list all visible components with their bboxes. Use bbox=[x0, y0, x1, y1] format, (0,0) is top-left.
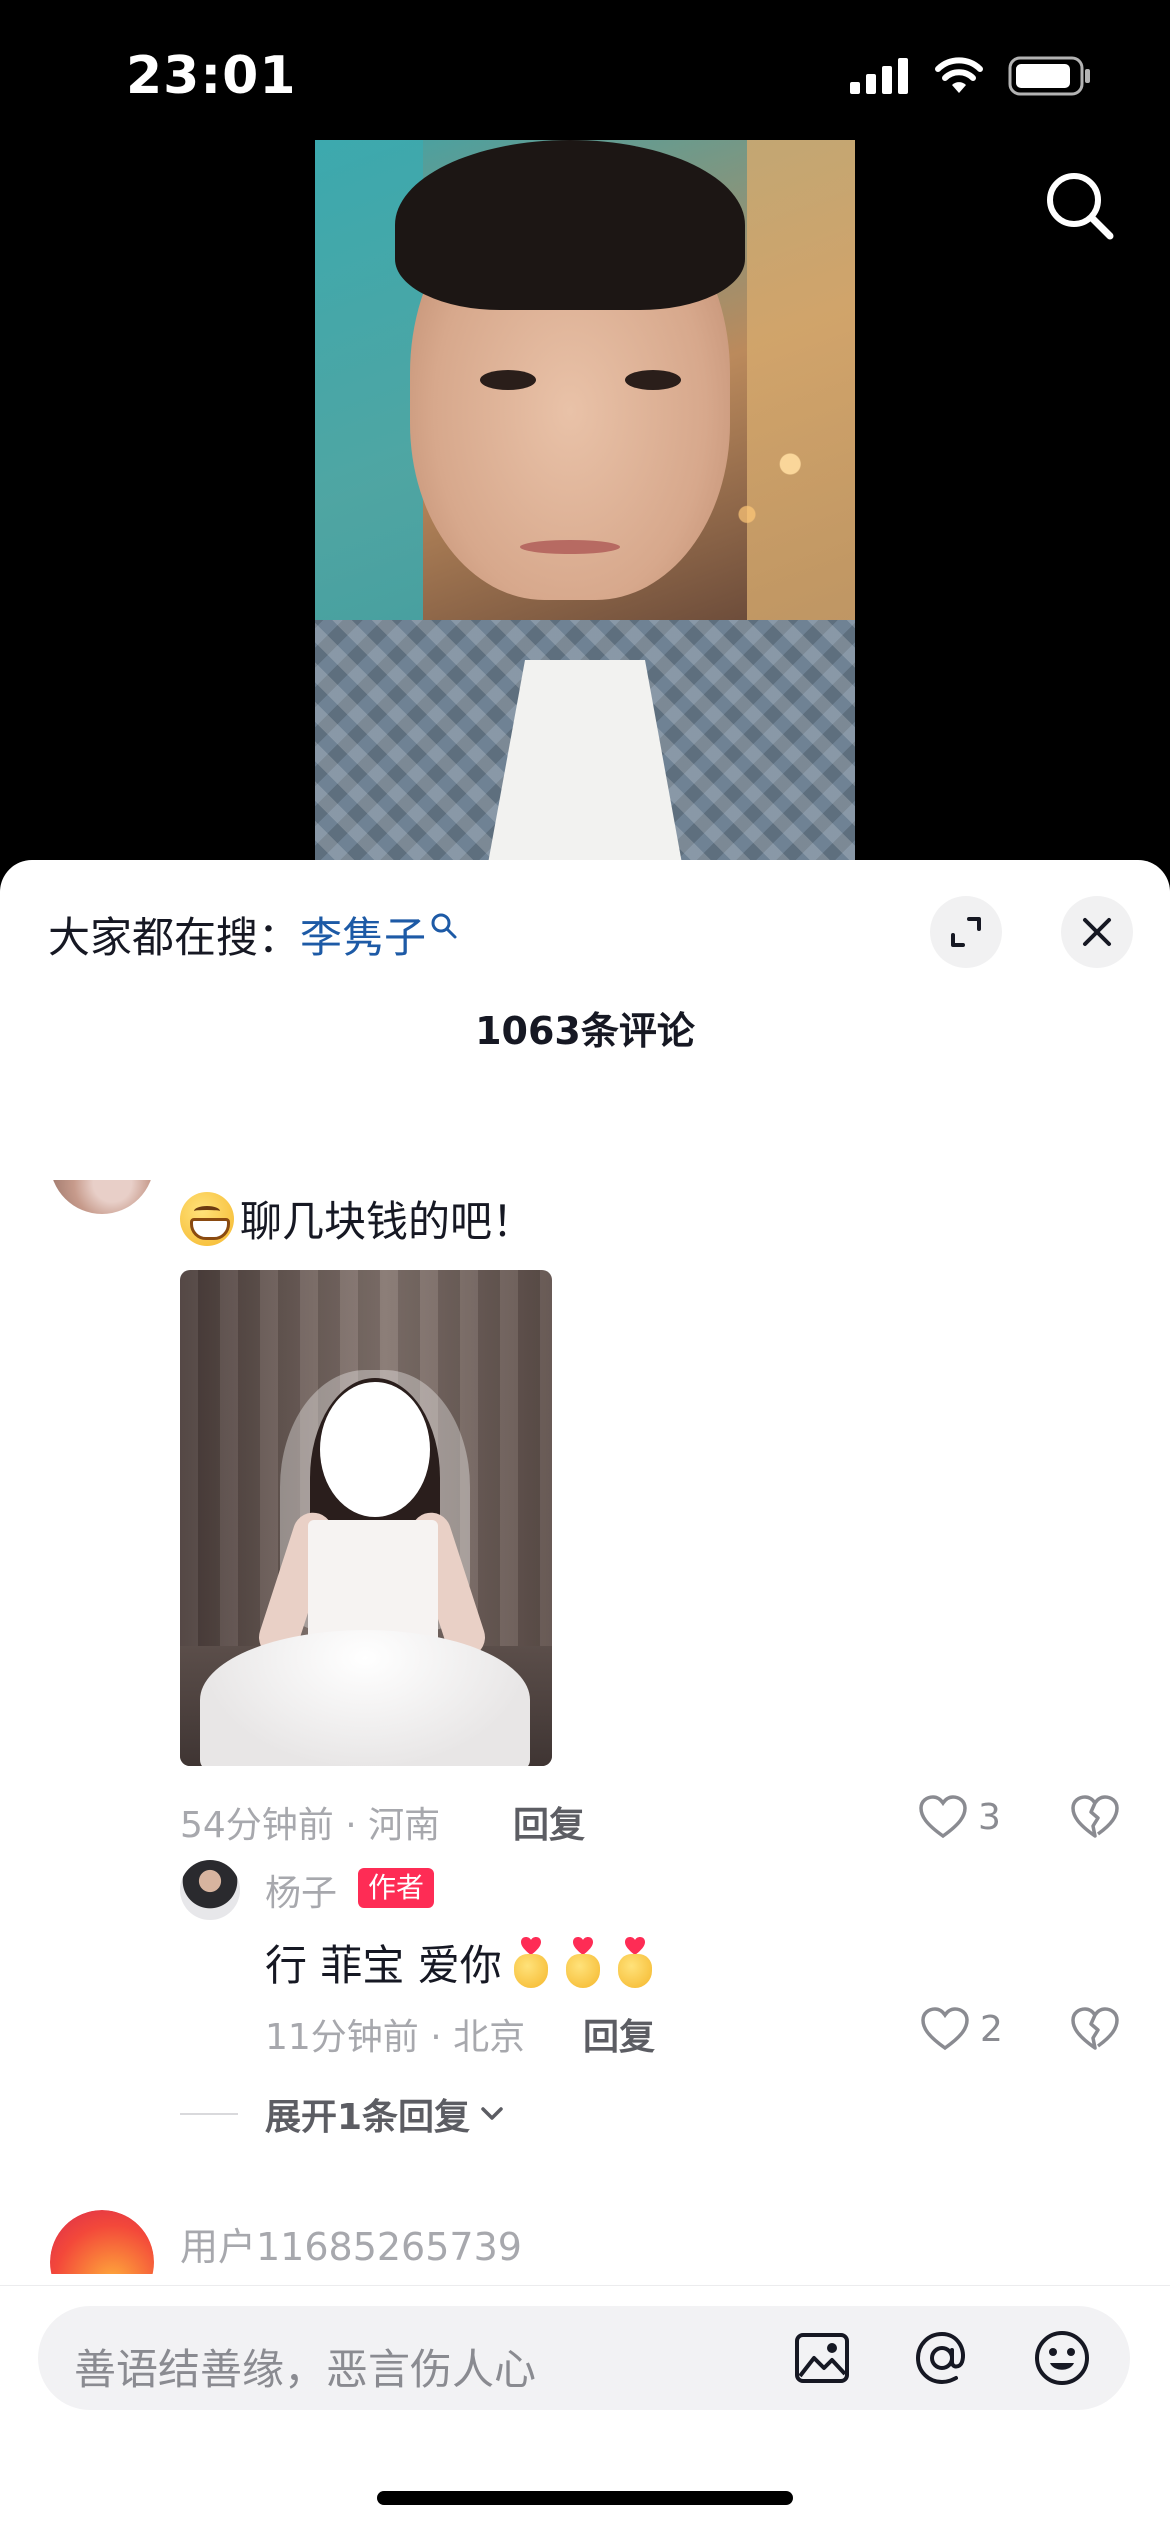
wifi-icon bbox=[935, 57, 983, 93]
battery-icon bbox=[1008, 56, 1090, 96]
status-icons bbox=[850, 56, 1092, 96]
reply-button[interactable]: 回复 bbox=[583, 2008, 655, 2060]
heart-icon bbox=[921, 2007, 969, 2051]
finger-heart-icon bbox=[508, 1936, 554, 1990]
comment-sheet: 大家都在搜： 李隽子 1063条评论 聊几块钱的吧！ 54分钟前 · 河南 回复… bbox=[0, 860, 1170, 2532]
avatar[interactable] bbox=[50, 2210, 154, 2274]
image-icon[interactable] bbox=[792, 2328, 852, 2388]
grin-emoji-icon bbox=[180, 1191, 234, 1246]
comment-input-placeholder: 善语结善缘，恶言伤人心 bbox=[74, 2345, 537, 2394]
comment-input[interactable]: 善语结善缘，恶言伤人心 bbox=[38, 2306, 1130, 2410]
video-hair bbox=[395, 140, 745, 310]
reply-avatar[interactable] bbox=[180, 1860, 240, 1920]
close-button[interactable] bbox=[1061, 896, 1133, 968]
author-badge: 作者 bbox=[358, 1868, 435, 1908]
avatar[interactable] bbox=[50, 1180, 154, 1214]
hot-search-label: 大家都在搜： bbox=[48, 913, 301, 962]
broken-heart-icon bbox=[1071, 1795, 1119, 1838]
chevron-down-icon bbox=[481, 2107, 503, 2120]
expand-replies-button[interactable]: 展开1条回复 bbox=[265, 2088, 504, 2140]
comment-count: 1063条评论 bbox=[475, 1009, 695, 1053]
expand-button[interactable] bbox=[930, 896, 1002, 968]
emoji-icon[interactable] bbox=[1032, 2328, 1092, 2388]
video-eye-right bbox=[625, 370, 681, 390]
hot-search-keyword[interactable]: 李隽子 bbox=[300, 904, 426, 965]
comment-text-content: 聊几块钱的吧！ bbox=[240, 1197, 535, 1246]
photo-face-mask bbox=[320, 1382, 430, 1517]
status-time: 23:01 bbox=[126, 46, 297, 106]
video-eye-left bbox=[480, 370, 536, 390]
reply-text: 行 菲宝 爱你 bbox=[265, 1932, 658, 1993]
dislike-button[interactable] bbox=[1070, 2006, 1120, 2052]
at-icon[interactable] bbox=[912, 2328, 972, 2388]
comment-image[interactable] bbox=[180, 1270, 552, 1766]
close-icon bbox=[1083, 918, 1111, 946]
reply-username[interactable]: 杨子 bbox=[265, 1864, 337, 1916]
video-preview[interactable] bbox=[315, 140, 855, 860]
finger-heart-icon bbox=[560, 1936, 606, 1990]
reply-text-content: 行 菲宝 爱你 bbox=[265, 1941, 502, 1990]
keyword-search-icon bbox=[431, 913, 457, 938]
hot-search[interactable]: 大家都在搜： 李隽子 bbox=[48, 904, 458, 965]
like-count: 2 bbox=[980, 2008, 1003, 2050]
expand-replies-label: 展开1条回复 bbox=[265, 2097, 471, 2138]
photo-skirt bbox=[200, 1630, 530, 1766]
dislike-button[interactable] bbox=[1070, 1794, 1120, 1840]
signal-icon bbox=[850, 58, 908, 94]
search-icon[interactable] bbox=[1042, 168, 1118, 244]
status-bar: 23:01 bbox=[0, 0, 1170, 140]
like-count: 3 bbox=[978, 1796, 1001, 1838]
comment-text: 聊几块钱的吧！ bbox=[180, 1188, 534, 1249]
video-mouth bbox=[520, 540, 620, 554]
heart-icon bbox=[919, 1795, 967, 1839]
comment-time-location: 54分钟前 · 河南 bbox=[180, 1805, 441, 1846]
like-button[interactable]: 3 bbox=[918, 1794, 1001, 1840]
broken-heart-icon bbox=[1071, 2007, 1119, 2050]
reply-button[interactable]: 回复 bbox=[513, 1796, 585, 1848]
expand-icon bbox=[951, 917, 981, 947]
comment-username[interactable]: 用户11685265739 bbox=[180, 2216, 522, 2271]
like-button[interactable]: 2 bbox=[920, 2006, 1003, 2052]
home-indicator[interactable] bbox=[377, 2491, 793, 2505]
divider bbox=[180, 2113, 238, 2115]
reply-time-location: 11分钟前 · 北京 bbox=[265, 2017, 526, 2058]
finger-heart-icon bbox=[612, 1936, 658, 1990]
